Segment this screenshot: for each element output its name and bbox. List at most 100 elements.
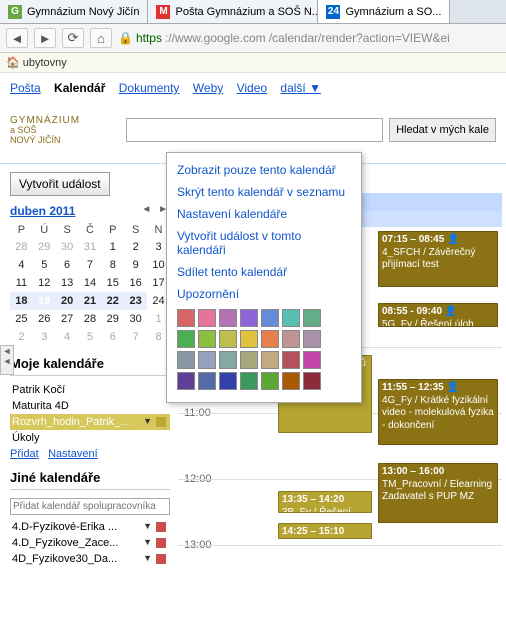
color-swatch[interactable] bbox=[240, 351, 258, 369]
ctx-menu-item[interactable]: Nastavení kalendáře bbox=[167, 203, 361, 225]
address-bar[interactable]: 🔒 https://www.google.com/calendar/render… bbox=[118, 31, 500, 45]
cal-day[interactable]: 26 bbox=[33, 310, 56, 328]
cal-day[interactable]: 11 bbox=[10, 274, 33, 292]
home-button[interactable]: ⌂ bbox=[90, 28, 112, 48]
color-swatch[interactable] bbox=[219, 351, 237, 369]
color-swatch[interactable] bbox=[303, 330, 321, 348]
cal-day[interactable]: 23 bbox=[124, 292, 147, 310]
search-button[interactable]: Hledat v mých kale bbox=[389, 118, 496, 142]
cal-day[interactable]: 5 bbox=[79, 328, 102, 346]
color-swatch[interactable] bbox=[282, 330, 300, 348]
reload-button[interactable]: ⟳ bbox=[62, 28, 84, 48]
color-swatch[interactable] bbox=[240, 330, 258, 348]
color-swatch[interactable] bbox=[261, 372, 279, 390]
color-swatch[interactable] bbox=[282, 372, 300, 390]
cal-day[interactable]: 29 bbox=[101, 310, 124, 328]
ctx-menu-item[interactable]: Skrýt tento kalendář v seznamu bbox=[167, 181, 361, 203]
back-button[interactable]: ◄ bbox=[6, 28, 28, 48]
calendar-event[interactable]: 14:25 – 15:10 bbox=[278, 523, 372, 539]
mycal-item[interactable]: Úkoly bbox=[10, 430, 170, 446]
cal-day[interactable]: 22 bbox=[101, 292, 124, 310]
nav-sites[interactable]: Weby bbox=[193, 81, 223, 95]
search-input[interactable] bbox=[126, 118, 383, 142]
sidebar-collapse-handle[interactable]: ◄◄ bbox=[0, 345, 14, 375]
othercal-item[interactable]: 4.D_Fyzikove_Zace...▼ bbox=[10, 535, 170, 551]
cal-day[interactable]: 1 bbox=[101, 238, 124, 256]
cal-day[interactable]: 13 bbox=[56, 274, 79, 292]
calendar-event[interactable]: 13:00 – 16:00TM_Pracovní / Elearning Zad… bbox=[378, 463, 498, 523]
nav-mail[interactable]: Pošta bbox=[10, 81, 41, 95]
mycal-item[interactable]: Patrik Kočí bbox=[10, 382, 170, 398]
ctx-menu-item[interactable]: Upozornění bbox=[167, 283, 361, 305]
cal-day[interactable]: 12 bbox=[33, 274, 56, 292]
cal-day[interactable]: 28 bbox=[10, 238, 33, 256]
color-swatch[interactable] bbox=[198, 372, 216, 390]
cal-day[interactable]: 5 bbox=[33, 256, 56, 274]
calendar-event[interactable]: 07:15 – 08:45 👤4_SFCH / Závěrečný přijím… bbox=[378, 231, 498, 287]
color-swatch[interactable] bbox=[198, 309, 216, 327]
color-swatch[interactable] bbox=[303, 351, 321, 369]
forward-button[interactable]: ► bbox=[34, 28, 56, 48]
nav-more[interactable]: další ▼ bbox=[280, 81, 321, 95]
color-swatch[interactable] bbox=[240, 309, 258, 327]
cal-day[interactable]: 18 bbox=[10, 292, 33, 310]
cal-day[interactable]: 19 bbox=[33, 292, 56, 310]
color-swatch[interactable] bbox=[282, 351, 300, 369]
cal-day[interactable]: 7 bbox=[124, 328, 147, 346]
color-swatch[interactable] bbox=[177, 309, 195, 327]
cal-day[interactable]: 20 bbox=[56, 292, 79, 310]
color-swatch[interactable] bbox=[240, 372, 258, 390]
color-swatch[interactable] bbox=[303, 309, 321, 327]
tab-2[interactable]: 24Gymnázium a SO... bbox=[318, 0, 450, 23]
nav-docs[interactable]: Dokumenty bbox=[119, 81, 180, 95]
ctx-menu-item[interactable]: Zobrazit pouze tento kalendář bbox=[167, 159, 361, 181]
cal-day[interactable]: 6 bbox=[56, 256, 79, 274]
add-cal-link[interactable]: Přidat bbox=[10, 448, 39, 460]
cal-day[interactable]: 9 bbox=[124, 256, 147, 274]
color-swatch[interactable] bbox=[177, 351, 195, 369]
calendar-event[interactable]: 13:35 – 14:203B_Fy / Řešení bbox=[278, 491, 372, 513]
color-swatch[interactable] bbox=[261, 330, 279, 348]
create-event-button[interactable]: Vytvořit událost bbox=[10, 172, 110, 196]
mycal-item[interactable]: Rozvrh_hodin_Patrik_...▼ bbox=[10, 414, 170, 430]
cal-day[interactable]: 21 bbox=[79, 292, 102, 310]
nav-calendar[interactable]: Kalendář bbox=[54, 81, 105, 95]
cal-day[interactable]: 29 bbox=[33, 238, 56, 256]
color-swatch[interactable] bbox=[177, 372, 195, 390]
color-swatch[interactable] bbox=[219, 372, 237, 390]
cal-day[interactable]: 27 bbox=[56, 310, 79, 328]
calendar-event[interactable]: 11:55 – 12:35 👤4G_Fy / Krátké fyzikální … bbox=[378, 379, 498, 445]
othercal-item[interactable]: 4D_Fyzikove30_Da...▼ bbox=[10, 551, 170, 567]
cal-day[interactable]: 8 bbox=[101, 256, 124, 274]
cal-day[interactable]: 3 bbox=[33, 328, 56, 346]
cal-day[interactable]: 14 bbox=[79, 274, 102, 292]
othercal-item[interactable]: 4.D-Fyzikové-Erika ...▼ bbox=[10, 519, 170, 535]
bookmark-ubytovny[interactable]: 🏠 ubytovny bbox=[6, 57, 67, 69]
cal-day[interactable]: 30 bbox=[56, 238, 79, 256]
cal-day[interactable]: 30 bbox=[124, 310, 147, 328]
color-swatch[interactable] bbox=[219, 330, 237, 348]
color-swatch[interactable] bbox=[198, 330, 216, 348]
cal-day[interactable]: 2 bbox=[124, 238, 147, 256]
settings-cal-link[interactable]: Nastavení bbox=[48, 448, 98, 460]
ctx-menu-item[interactable]: Sdílet tento kalendář bbox=[167, 261, 361, 283]
ctx-menu-item[interactable]: Vytvořit událost v tomto kalendáři bbox=[167, 225, 361, 261]
cal-day[interactable]: 31 bbox=[79, 238, 102, 256]
mycal-item[interactable]: Maturita 4D bbox=[10, 398, 170, 414]
color-swatch[interactable] bbox=[219, 309, 237, 327]
cal-day[interactable]: 2 bbox=[10, 328, 33, 346]
cal-day[interactable]: 15 bbox=[101, 274, 124, 292]
cal-day[interactable]: 6 bbox=[101, 328, 124, 346]
mini-calendar[interactable]: PÚSČPSN 28293031123456789101112131415161… bbox=[10, 222, 170, 346]
cal-day[interactable]: 7 bbox=[79, 256, 102, 274]
tab-0[interactable]: GGymnázium Nový Jičín bbox=[0, 0, 148, 23]
calendar-event[interactable]: 08:55 - 09:40 👤5G_Fy / Řešení úloh bbox=[378, 303, 498, 327]
add-coworker-cal-input[interactable] bbox=[10, 498, 170, 515]
color-swatch[interactable] bbox=[177, 330, 195, 348]
cal-day[interactable]: 16 bbox=[124, 274, 147, 292]
cal-day[interactable]: 4 bbox=[56, 328, 79, 346]
color-swatch[interactable] bbox=[261, 309, 279, 327]
cal-day[interactable]: 28 bbox=[79, 310, 102, 328]
tab-1[interactable]: MPošta Gymnázium a SOŠ N... bbox=[148, 0, 318, 23]
color-swatch[interactable] bbox=[261, 351, 279, 369]
